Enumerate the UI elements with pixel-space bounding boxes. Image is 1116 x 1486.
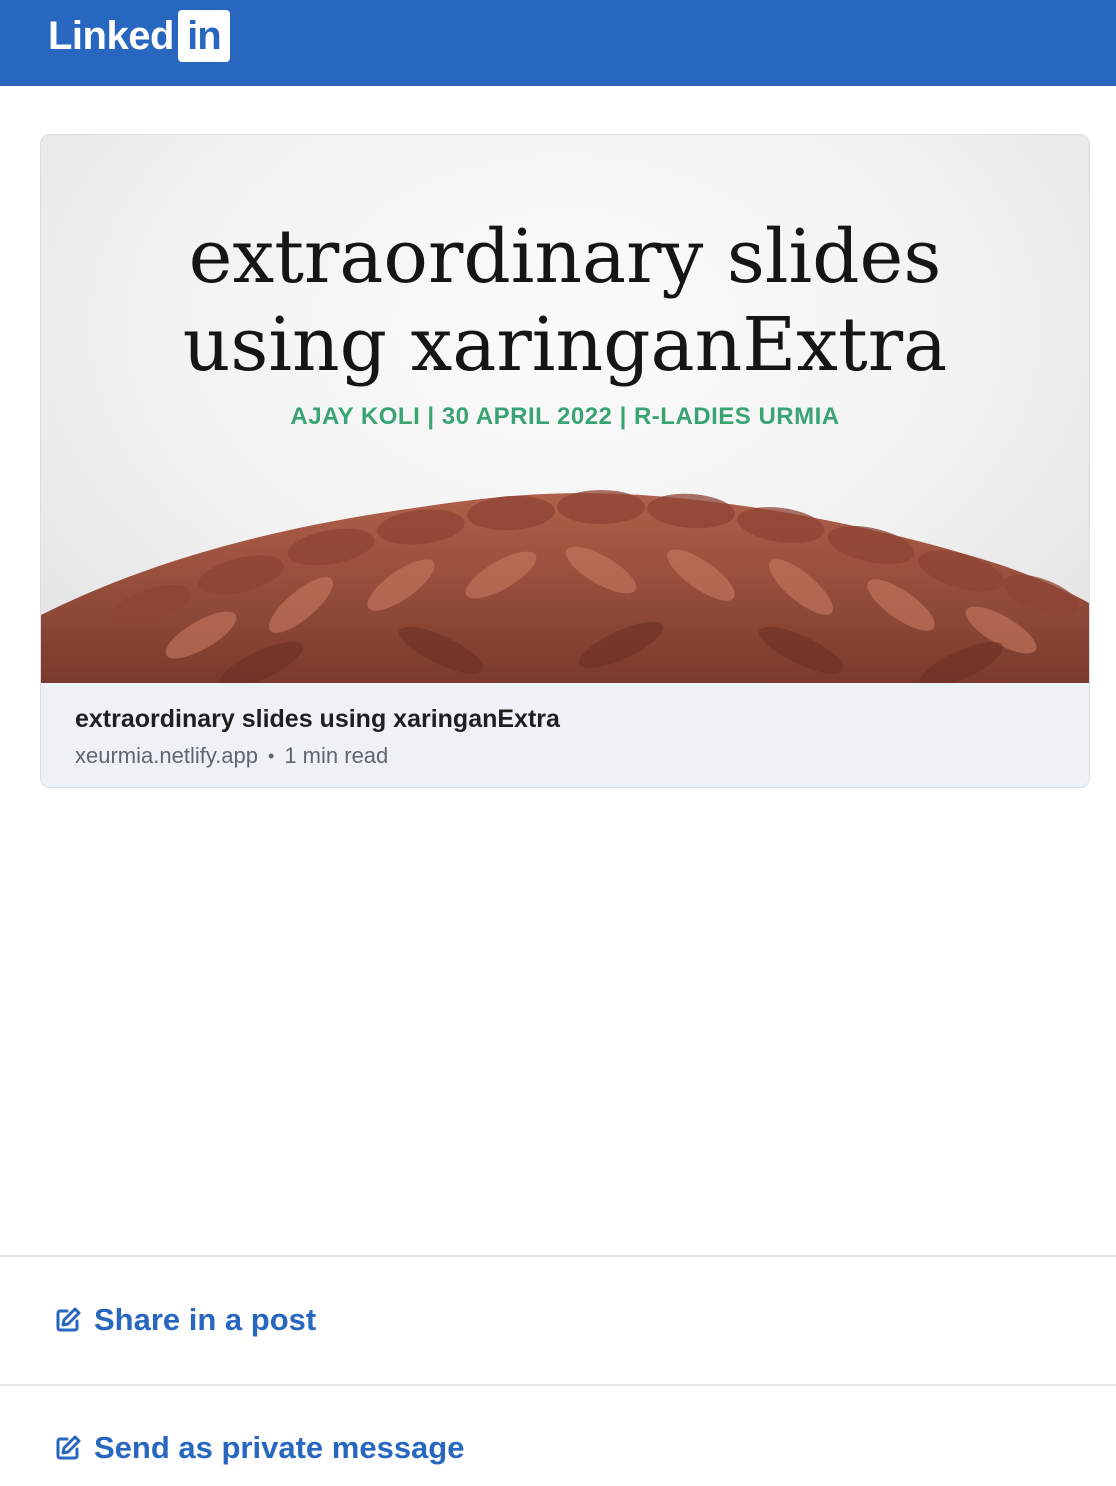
- send-private-message-label: Send as private message: [94, 1430, 465, 1465]
- divider: [0, 1255, 1116, 1257]
- edit-icon: [56, 1307, 81, 1332]
- link-preview-card[interactable]: extraordinary slides using xaringanExtra…: [40, 134, 1090, 788]
- preview-read-time: 1 min read: [284, 743, 389, 768]
- logo-word: Linked: [48, 14, 174, 58]
- crochet-basket-illustration: [41, 490, 1089, 683]
- separator-dot: •: [268, 745, 275, 766]
- logo-in-box: in: [177, 10, 230, 62]
- divider: [0, 1384, 1116, 1386]
- preview-title[interactable]: extraordinary slides using xaringanExtra: [75, 705, 560, 734]
- edit-icon: [56, 1435, 81, 1460]
- preview-domain: xeurmia.netlify.app: [75, 743, 259, 768]
- linkedin-logo[interactable]: Linked in: [48, 10, 230, 62]
- share-in-post-label: Share in a post: [94, 1302, 317, 1337]
- preview-meta: extraordinary slides using xaringanExtra…: [41, 683, 1089, 787]
- preview-image: extraordinary slides using xaringanExtra…: [41, 135, 1089, 683]
- preview-source: xeurmia.netlify.app • 1 min read: [75, 743, 388, 769]
- top-bar: Linked in: [0, 0, 1116, 86]
- share-in-post-button[interactable]: Share in a post: [54, 1302, 316, 1338]
- send-private-message-button[interactable]: Send as private message: [54, 1430, 464, 1466]
